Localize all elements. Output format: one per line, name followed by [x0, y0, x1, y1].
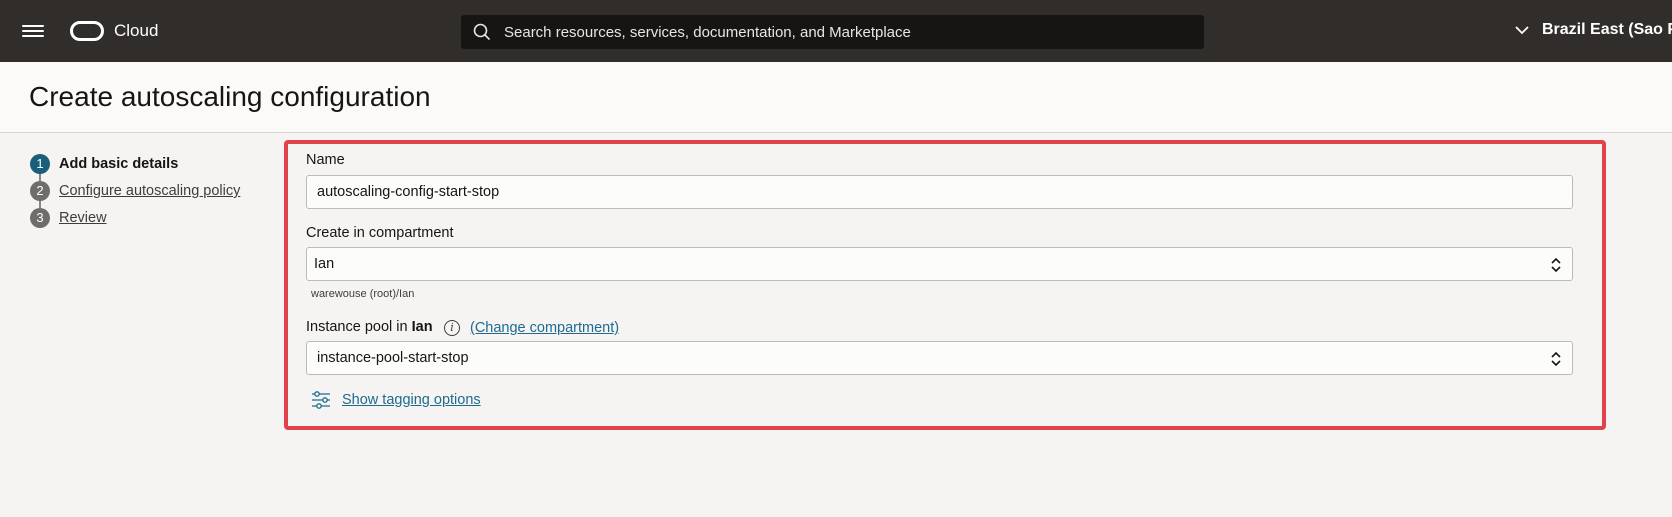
- select-arrows-icon: [1551, 257, 1561, 273]
- compartment-select-value: Ian: [314, 256, 335, 272]
- info-icon[interactable]: i: [444, 320, 460, 336]
- page-title: Create autoscaling configuration: [29, 81, 431, 112]
- compartment-label: Create in compartment: [306, 225, 454, 241]
- instance-pool-label: Instance pool in Ian: [306, 319, 433, 335]
- select-arrows-icon: [1551, 351, 1561, 367]
- compartment-path: warewouse (root)/Ian: [311, 288, 415, 300]
- instance-pool-select-value: instance-pool-start-stop: [317, 350, 469, 366]
- search-icon: [473, 23, 491, 41]
- hamburger-menu-icon[interactable]: [22, 22, 44, 40]
- step-number: 3: [30, 208, 50, 228]
- chevron-down-icon[interactable]: [1514, 24, 1530, 36]
- oracle-logo-icon[interactable]: [70, 21, 104, 41]
- search-input[interactable]: Search resources, services, documentatio…: [504, 24, 911, 41]
- top-navigation-bar: Cloud Search resources, services, docume…: [0, 0, 1672, 62]
- step-connector: [39, 201, 41, 208]
- show-tagging-options-link[interactable]: Show tagging options: [342, 392, 481, 408]
- name-label: Name: [306, 152, 345, 168]
- brand-label[interactable]: Cloud: [114, 21, 158, 41]
- search-bar[interactable]: Search resources, services, documentatio…: [461, 15, 1204, 49]
- name-input[interactable]: autoscaling-config-start-stop: [306, 175, 1573, 209]
- step-label[interactable]: Configure autoscaling policy: [59, 183, 240, 199]
- step-number: 1: [30, 154, 50, 174]
- instance-pool-label-compartment: Ian: [411, 319, 433, 335]
- region-selector[interactable]: Brazil East (Sao Paulo): [1542, 21, 1672, 39]
- step-connector: [39, 174, 41, 181]
- change-compartment-link[interactable]: (Change compartment): [470, 320, 619, 336]
- step-number: 2: [30, 181, 50, 201]
- step-label[interactable]: Review: [59, 210, 107, 226]
- instance-pool-label-prefix: Instance pool in: [306, 319, 408, 335]
- instance-pool-select[interactable]: instance-pool-start-stop: [306, 341, 1573, 375]
- step-label: Add basic details: [59, 156, 179, 172]
- page-header: Create autoscaling configuration: [0, 62, 1672, 133]
- sliders-icon[interactable]: [311, 391, 331, 409]
- compartment-select[interactable]: Ian: [306, 247, 1573, 281]
